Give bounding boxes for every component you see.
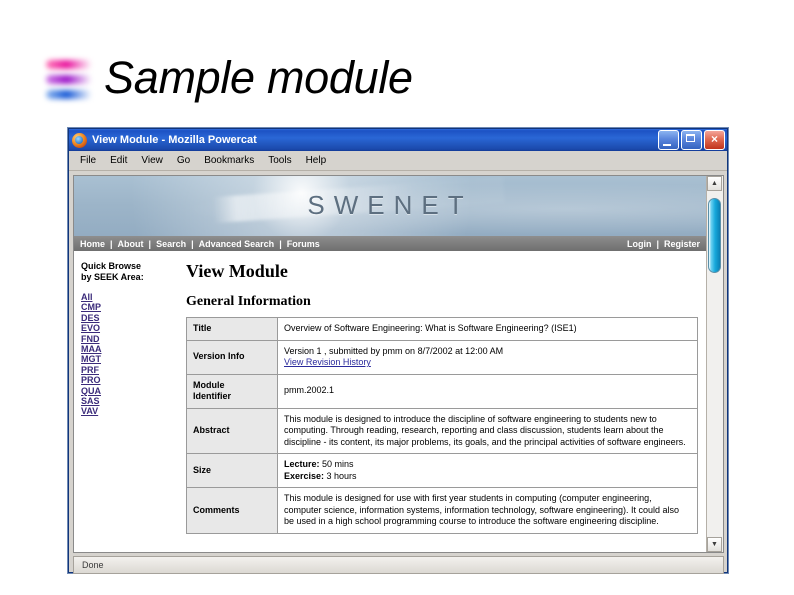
page-body: Quick Browse by SEEK Area: All CMP DES E… (74, 251, 706, 534)
status-text: Done (82, 560, 104, 570)
slide-header: Sample module (0, 0, 794, 128)
minimize-button[interactable] (658, 130, 679, 150)
sidebar-item-prf[interactable]: PRF (81, 365, 186, 375)
menu-item-view[interactable]: View (134, 153, 170, 168)
module-info-table: Title Overview of Software Engineering: … (186, 317, 698, 534)
nav-link-register[interactable]: Register (664, 239, 700, 249)
table-row: Size Lecture: 50 mins Exercise: 3 hours (186, 453, 698, 488)
table-row: Comments This module is designed for use… (186, 487, 698, 534)
menu-item-file[interactable]: File (73, 153, 103, 168)
nav-link-about[interactable]: About (118, 239, 144, 249)
row-label-abstract: Abstract (186, 407, 278, 454)
sidebar-heading: Quick Browse by SEEK Area: (81, 261, 144, 282)
row-value-abstract: This module is designed to introduce the… (277, 407, 698, 454)
sidebar-item-des[interactable]: DES (81, 313, 186, 323)
close-icon: × (710, 132, 718, 146)
sidebar-item-maa[interactable]: MAA (81, 344, 186, 354)
firefox-icon (72, 132, 87, 148)
nav-link-advanced-search[interactable]: Advanced Search (199, 239, 275, 249)
site-banner: SWENET (74, 176, 706, 236)
menu-item-go[interactable]: Go (170, 153, 197, 168)
scroll-up-arrow-icon[interactable]: ▲ (707, 176, 722, 191)
table-row: Title Overview of Software Engineering: … (186, 317, 698, 341)
version-info-text: Version 1 , submitted by pmm on 8/7/2002… (284, 345, 504, 356)
nav-separator: | (148, 238, 152, 249)
row-value-title: Overview of Software Engineering: What i… (277, 317, 698, 341)
table-row: Version Info Version 1 , submitted by pm… (186, 339, 698, 375)
nav-separator: | (110, 238, 113, 249)
row-label-version-info: Version Info (186, 339, 278, 375)
row-value-version-info: Version 1 , submitted by pmm on 8/7/2002… (277, 339, 698, 375)
sidebar: Quick Browse by SEEK Area: All CMP DES E… (74, 261, 186, 534)
page-title: Sample module (104, 52, 413, 103)
main-column: View Module General Information Title Ov… (186, 261, 706, 534)
page-content: SWENET Home | About | Search | Advanced … (74, 176, 706, 552)
row-label-size: Size (186, 453, 278, 488)
browser-window: View Module - Mozilla Powercat × File Ed… (68, 128, 728, 574)
sidebar-item-vav[interactable]: VAV (81, 406, 186, 416)
nav-separator: | (656, 238, 659, 249)
row-value-comments: This module is designed for use with fir… (277, 487, 698, 534)
nav-separator: | (191, 238, 194, 249)
sidebar-item-all[interactable]: All (81, 292, 186, 302)
close-button[interactable]: × (704, 130, 725, 150)
nav-primary-links: Home | About | Search | Advanced Search … (80, 239, 627, 249)
vertical-scrollbar[interactable]: ▲ ▼ (706, 176, 723, 552)
nav-link-search[interactable]: Search (156, 239, 186, 249)
view-revision-history-link[interactable]: View Revision History (284, 357, 691, 369)
sidebar-item-pro[interactable]: PRO (81, 375, 186, 385)
window-controls: × (658, 130, 725, 150)
maximize-icon (686, 134, 695, 142)
site-wordmark: SWENET (307, 189, 473, 220)
sidebar-item-fnd[interactable]: FND (81, 334, 186, 344)
sidebar-item-mgt[interactable]: MGT (81, 354, 186, 364)
section-heading: General Information (186, 294, 311, 309)
status-bar: Done (73, 556, 724, 574)
size-exercise-line: Exercise: 3 hours (284, 471, 691, 483)
table-row: Module Identifier pmm.2002.1 (186, 373, 698, 409)
sidebar-item-qua[interactable]: QUA (81, 386, 186, 396)
content-page-title: View Module (186, 261, 288, 281)
nav-link-login[interactable]: Login (627, 239, 652, 249)
size-exercise-key: Exercise: (284, 470, 325, 481)
page-viewport: SWENET Home | About | Search | Advanced … (73, 175, 724, 553)
nav-separator: | (279, 238, 282, 249)
scroll-down-arrow-icon[interactable]: ▼ (707, 537, 722, 552)
menu-item-bookmarks[interactable]: Bookmarks (197, 153, 261, 168)
row-label-comments: Comments (186, 487, 278, 534)
row-label-module-identifier: Module Identifier (186, 373, 278, 409)
site-nav-bar: Home | About | Search | Advanced Search … (74, 236, 706, 251)
window-title: View Module - Mozilla Powercat (92, 134, 257, 146)
nav-link-forums[interactable]: Forums (287, 239, 320, 249)
table-row: Abstract This module is designed to intr… (186, 407, 698, 454)
size-lecture-key: Lecture: (284, 459, 320, 469)
menu-item-edit[interactable]: Edit (103, 153, 134, 168)
menu-item-tools[interactable]: Tools (261, 153, 298, 168)
minimize-icon (663, 144, 671, 146)
menu-bar: File Edit View Go Bookmarks Tools Help (69, 151, 727, 171)
nav-account-links: Login | Register (627, 239, 700, 249)
sidebar-item-cmp[interactable]: CMP (81, 302, 186, 312)
window-title-bar: View Module - Mozilla Powercat × (69, 129, 727, 151)
scrollbar-thumb[interactable] (708, 198, 721, 273)
size-exercise-value: 3 hours (324, 470, 357, 481)
size-lecture-line: Lecture: 50 mins (284, 459, 691, 471)
size-lecture-value: 50 mins (319, 459, 354, 469)
row-value-size: Lecture: 50 mins Exercise: 3 hours (277, 453, 698, 488)
menu-item-help[interactable]: Help (299, 153, 334, 168)
sidebar-item-evo[interactable]: EVO (81, 323, 186, 333)
row-value-module-identifier: pmm.2002.1 (277, 373, 698, 409)
sidebar-item-sas[interactable]: SAS (81, 396, 186, 406)
bullet-graphic-icon (42, 58, 98, 108)
row-label-title: Title (186, 317, 278, 341)
nav-link-home[interactable]: Home (80, 239, 105, 249)
maximize-button[interactable] (681, 130, 702, 150)
